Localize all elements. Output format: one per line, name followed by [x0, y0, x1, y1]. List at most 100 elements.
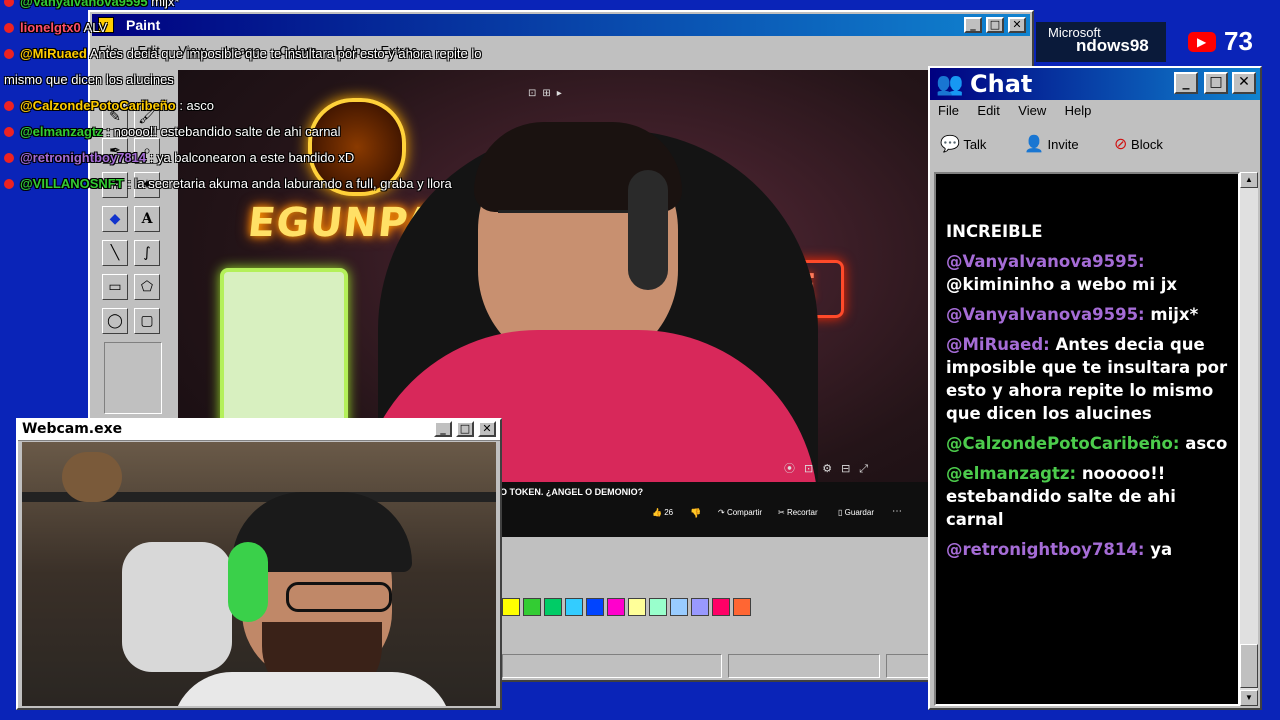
chat-badge-icon [4, 153, 14, 163]
video-title[interactable]: O TOKEN. ¿ANGEL O DEMONIO? [500, 487, 643, 497]
chat-people-icon: 👥 [936, 71, 964, 96]
invite-button[interactable]: 👤 Invite [1024, 134, 1079, 154]
webcam-window: Webcam.exe _ □ ✕ [16, 418, 502, 710]
chat-message: @retronightboy7814: ya [946, 538, 1236, 561]
overlay-chat-text: : noooo!! estebandido salte de ahi carna… [106, 124, 341, 139]
overlay-chat-line: @elmanzagtz : noooo!! estebandido salte … [4, 124, 341, 139]
youtube-count: 73 [1224, 26, 1253, 56]
youtube-icon: ▶ [1188, 32, 1216, 52]
save-label: Guardar [844, 508, 874, 517]
palette-swatch[interactable] [565, 598, 583, 616]
scroll-down-icon[interactable]: ▼ [1240, 690, 1258, 706]
overlay-chat-user: @retronightboy7814 [20, 150, 147, 165]
like-icon: 👍 [652, 508, 662, 517]
polygon-tool-icon[interactable]: ⬠ [134, 274, 160, 300]
text-tool-icon[interactable]: A [134, 206, 160, 232]
scroll-up-icon[interactable]: ▲ [1240, 172, 1258, 188]
palette-swatch[interactable] [607, 598, 625, 616]
chat-phone-prop [220, 268, 348, 436]
palette-swatch[interactable] [628, 598, 646, 616]
fill-bucket-icon[interactable]: ◆ [102, 206, 128, 232]
like-count: 26 [664, 508, 674, 517]
share-icon: ↷ [718, 508, 725, 517]
chat-menu-help[interactable]: Help [1065, 103, 1092, 118]
tool-options-box [104, 342, 162, 414]
rounded-rect-tool-icon[interactable]: ▢ [134, 308, 160, 334]
talk-icon: 💬 [940, 136, 960, 153]
palette-swatch[interactable] [586, 598, 604, 616]
clip-label: Recortar [786, 508, 818, 517]
scroll-thumb[interactable] [1240, 644, 1258, 688]
chat-message: @CalzondePotoCaribeño: asco [946, 432, 1236, 455]
ellipse-tool-icon[interactable]: ◯ [102, 308, 128, 334]
palette-swatch[interactable] [733, 598, 751, 616]
palette-swatch[interactable] [649, 598, 667, 616]
chat-menu-view[interactable]: View [1018, 103, 1046, 118]
overlay-chat-line: @Vanyalvanova9595 mijx* [4, 0, 179, 9]
talk-label: Talk [963, 137, 987, 152]
block-icon: ⊘ [1114, 136, 1128, 153]
block-button[interactable]: ⊘ Block [1114, 134, 1163, 154]
dislike-icon[interactable]: 👎 [690, 508, 701, 519]
chat-message: @VanyaIvanova9595: mijx* [946, 303, 1236, 326]
maximize-icon[interactable]: □ [456, 421, 474, 437]
chat-message-user[interactable]: @CalzondePotoCaribeño: [946, 434, 1179, 453]
chat-message-text: ya [1150, 540, 1173, 559]
palette-swatch[interactable] [523, 598, 541, 616]
white-chair [122, 542, 232, 672]
palette-swatch[interactable] [691, 598, 709, 616]
talk-button[interactable]: 💬 Talk [940, 134, 986, 154]
chat-message-user[interactable]: @VanyaIvanova9595: [946, 252, 1145, 271]
minimize-icon[interactable]: _ [434, 421, 452, 437]
minimize-icon[interactable]: _ [1174, 72, 1198, 94]
chat-badge-icon [4, 49, 14, 59]
close-icon[interactable]: ✕ [1008, 17, 1026, 33]
chat-message-user[interactable]: @VanyaIvanova9595: [946, 305, 1145, 324]
palette-swatch[interactable] [670, 598, 688, 616]
chat-menubar: File Edit View Help [938, 102, 1105, 120]
line-tool-icon[interactable]: ╲ [102, 240, 128, 266]
share-label: Compartir [726, 508, 763, 517]
close-icon[interactable]: ✕ [1232, 72, 1256, 94]
overlay-chat-text: : asco [179, 98, 214, 113]
like-button[interactable]: 👍 26 [652, 508, 673, 517]
chat-message-text: INCREIBLE [946, 222, 1043, 241]
chat-message: @VanyaIvanova9595: @kimininho a webo mi … [946, 250, 1236, 296]
rectangle-tool-icon[interactable]: ▭ [102, 274, 128, 300]
block-label: Block [1131, 137, 1163, 152]
palette-swatch[interactable] [544, 598, 562, 616]
minimize-icon[interactable]: _ [964, 17, 982, 33]
overlay-chat-user: @CalzondePotoCaribeño [20, 98, 176, 113]
webcam-person-glasses [286, 582, 392, 612]
overlay-chat-user: lionelgtx0 [20, 20, 81, 35]
clip-button[interactable]: ✂ Recortar [778, 508, 818, 517]
share-button[interactable]: ↷ Compartir [718, 508, 762, 517]
overlay-chat-text: ALV [83, 20, 108, 35]
webcam-feed [22, 442, 496, 706]
maximize-icon[interactable]: □ [1204, 72, 1228, 94]
chat-message-user[interactable]: @retronightboy7814: [946, 540, 1144, 559]
overlay-chat-text: mismo que dicen los alucines [4, 72, 174, 87]
chat-menu-file[interactable]: File [938, 103, 959, 118]
palette-swatch[interactable] [712, 598, 730, 616]
windows98-logo: Microsoft ndows98 [1036, 22, 1166, 62]
webcam-titlebar[interactable]: Webcam.exe _ □ ✕ [18, 420, 500, 441]
curve-tool-icon[interactable]: ∫ [134, 240, 160, 266]
overlay-chat-line: @CalzondePotoCaribeño : asco [4, 98, 214, 113]
save-button[interactable]: ▯ Guardar [838, 508, 874, 517]
more-options-icon[interactable]: ⋯ [892, 506, 902, 517]
chat-badge-icon [4, 23, 14, 33]
palette-swatch[interactable] [502, 598, 520, 616]
paint-titlebar[interactable]: Paint _ □ ✕ [92, 14, 1030, 36]
bookmark-icon: ▯ [838, 508, 843, 517]
chat-message-user[interactable]: @elmanzagtz: [946, 464, 1076, 483]
close-icon[interactable]: ✕ [478, 421, 496, 437]
player-controls: ⦿⊡⚙⊟⤢ [784, 462, 878, 475]
chat-titlebar[interactable]: 👥 Chat _ □ ✕ [930, 68, 1260, 100]
chat-message-text: @kimininho a webo mi jx [946, 275, 1178, 294]
chat-message-user[interactable]: @MiRuaed: [946, 335, 1050, 354]
maximize-icon[interactable]: □ [986, 17, 1004, 33]
chat-message: @elmanzagtz: nooooo!! estebandido salte … [946, 462, 1236, 531]
chat-scrollbar[interactable]: ▲ ▼ [1240, 172, 1258, 706]
chat-menu-edit[interactable]: Edit [977, 103, 999, 118]
